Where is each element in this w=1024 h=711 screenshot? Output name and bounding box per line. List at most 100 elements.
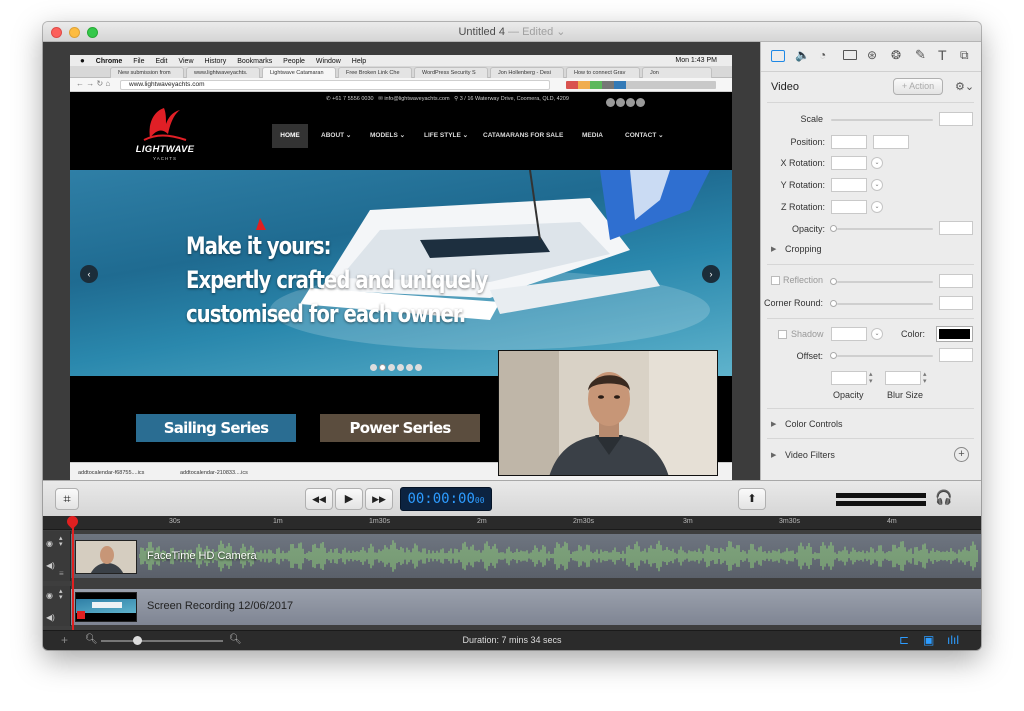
text-tool-icon[interactable]: T (938, 47, 947, 63)
cursor-properties-icon[interactable]: ⊛ (867, 48, 877, 62)
fast-forward-button[interactable]: ▶▶ (365, 488, 393, 510)
site-nav-home: HOME (272, 124, 308, 148)
corner-round-slider[interactable] (837, 303, 933, 305)
facetime-camera-overlay[interactable] (498, 350, 718, 476)
z-rotation-dial[interactable]: ⌄ (871, 201, 883, 213)
z-rotation-field[interactable] (831, 200, 867, 214)
inspector-panel: 🔈 ◔ ⊛ ❂ ✎ T ⧉ Video + Action ⚙⌄ Scale Po… (760, 42, 981, 480)
playhead[interactable] (72, 518, 74, 630)
opacity-slider-knob[interactable] (830, 225, 837, 232)
blur-size-label: Blur Size (887, 390, 924, 400)
shadow-color-well[interactable] (936, 326, 973, 342)
menubar-clock: Mon 1:43 PM (675, 57, 717, 64)
video-filters-disclosure-icon[interactable]: ▶ (771, 451, 776, 459)
divider (767, 318, 974, 319)
screen-recording-track[interactable]: Screen Recording 12/06/2017 (71, 589, 981, 625)
edited-indicator[interactable]: — Edited ⌄ (505, 26, 566, 38)
shadow-opacity-field[interactable] (831, 371, 867, 385)
shadow-opacity-label: Opacity (833, 390, 864, 400)
reflection-checkbox[interactable] (771, 276, 780, 285)
add-filter-icon[interactable]: + (954, 447, 969, 462)
x-rotation-dial[interactable]: ⌄ (871, 157, 883, 169)
track-title-camera: FaceTime HD Camera (147, 550, 257, 562)
snap-icon[interactable]: ⊏ (899, 633, 909, 647)
corner-round-field[interactable] (939, 296, 973, 310)
play-button[interactable]: ▶ (335, 488, 363, 510)
site-email: info@lightwaveyachts.com (384, 96, 450, 102)
annotations-icon[interactable]: ❂ (891, 48, 901, 62)
title-bar: Untitled 4 — Edited ⌄ (43, 22, 981, 42)
z-rotation-label: Z Rotation: (780, 202, 825, 212)
color-controls-disclosure-icon[interactable]: ▶ (771, 420, 776, 428)
cropping-label[interactable]: Cropping (785, 244, 822, 254)
scale-slider[interactable] (831, 119, 933, 121)
eye-icon[interactable]: ◉ (46, 539, 53, 548)
position-y-field[interactable] (873, 135, 909, 149)
logo-sub: YACHTS (153, 156, 177, 161)
offset-slider[interactable] (837, 355, 933, 357)
y-rotation-dial[interactable]: ⌄ (871, 179, 883, 191)
status-bar: + 🔍︎ 🔍︎ Duration: 7 mins 34 secs ⊏ ▣ ılı… (43, 630, 981, 650)
menu-view: View (178, 58, 194, 65)
preview-canvas[interactable]: ● Chrome File Edit View History Bookmark… (43, 42, 760, 485)
shadow-opacity-stepper[interactable]: ▴ ▾ (869, 371, 873, 385)
callout-timing-icon[interactable]: ◔ (819, 48, 826, 62)
screen-properties-icon[interactable] (843, 50, 857, 60)
reflection-field[interactable] (939, 274, 973, 288)
audio-properties-icon[interactable]: 🔈 (795, 48, 810, 62)
opacity-field[interactable] (939, 221, 973, 235)
timeline-ruler[interactable]: 30s 1m 1m30s 2m 2m30s 3m 3m30s 4m (43, 516, 981, 530)
browser-tab-active: Lightwave Catamaran (262, 67, 336, 78)
color-controls-label[interactable]: Color Controls (785, 419, 843, 429)
track-menu-icon[interactable]: ≡ (59, 569, 64, 578)
gear-menu-icon[interactable]: ⚙⌄ (955, 80, 974, 93)
mail-icon: ✉ (378, 96, 383, 102)
position-label: Position: (790, 137, 825, 147)
offset-slider-knob[interactable] (830, 352, 837, 359)
add-action-button[interactable]: + Action (893, 78, 943, 95)
offset-field[interactable] (939, 348, 973, 362)
waveform-toggle-icon[interactable]: ılıl (947, 633, 959, 647)
track-reorder-icon[interactable]: ▴ ▾ (59, 588, 63, 601)
crop-tool-icon[interactable]: ⌗ (55, 488, 79, 510)
minimize-window-button[interactable] (69, 27, 80, 38)
blur-size-field[interactable] (885, 371, 921, 385)
speaker-icon[interactable]: ◀) (46, 613, 55, 622)
track-reorder-icon[interactable]: ▴ ▾ (59, 535, 63, 548)
opacity-slider[interactable] (837, 228, 933, 230)
draw-icon[interactable]: ✎ (915, 47, 926, 63)
zoom-window-button[interactable] (87, 27, 98, 38)
ruler-tick: 1m30s (369, 518, 391, 525)
shadow-checkbox[interactable] (778, 330, 787, 339)
headphones-icon[interactable]: 🎧 (935, 489, 952, 506)
thumbnails-icon[interactable]: ▣ (923, 633, 934, 647)
y-rotation-field[interactable] (831, 178, 867, 192)
cropping-disclosure-icon[interactable]: ▶ (771, 245, 776, 253)
corner-round-slider-knob[interactable] (830, 300, 837, 307)
position-x-field[interactable] (831, 135, 867, 149)
video-filters-label[interactable]: Video Filters (785, 450, 835, 460)
window-title: Untitled 4 (458, 26, 505, 38)
apple-icon: ● (80, 56, 85, 65)
blur-size-stepper[interactable]: ▴ ▾ (923, 371, 927, 385)
volume-meter-right (836, 501, 926, 506)
shadow-angle-dial[interactable]: ⌄ (871, 328, 883, 340)
rewind-button[interactable]: ◀◀ (305, 488, 333, 510)
reflection-slider[interactable] (837, 281, 933, 283)
facetime-camera-track[interactable]: FaceTime HD Camera (71, 534, 981, 578)
logo-wave-icon (143, 108, 187, 141)
share-export-icon[interactable]: ⬆ (738, 488, 766, 510)
eye-icon[interactable]: ◉ (46, 591, 53, 600)
close-window-button[interactable] (51, 27, 62, 38)
x-rotation-field[interactable] (831, 156, 867, 170)
power-series-banner: Power Series (320, 414, 480, 442)
reflection-slider-knob[interactable] (830, 278, 837, 285)
slider-prev-icon: ‹ (80, 265, 98, 283)
video-properties-icon[interactable] (771, 50, 785, 62)
shadow-angle-field[interactable] (831, 327, 867, 341)
scale-field[interactable] (939, 112, 973, 126)
layers-icon[interactable]: ⧉ (960, 48, 969, 63)
menu-history: History (204, 58, 227, 65)
speaker-icon[interactable]: ◀) (46, 561, 55, 570)
shadow-label: Shadow (791, 329, 824, 339)
